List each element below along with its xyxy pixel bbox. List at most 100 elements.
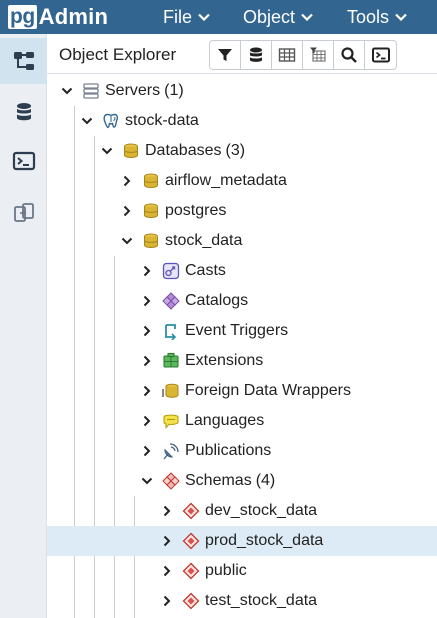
tree-node-db-postgres[interactable]: postgres: [47, 196, 437, 226]
chevron-down-icon: [198, 13, 210, 21]
node-label: airflow_metadata: [165, 172, 287, 189]
tree-node-foreign-data-wrappers[interactable]: Foreign Data Wrappers: [47, 376, 437, 406]
tree-node-catalogs[interactable]: Catalogs: [47, 286, 437, 316]
terminal-icon: [12, 151, 35, 171]
node-label: Event Triggers: [185, 322, 289, 339]
expand-toggle[interactable]: [140, 324, 154, 338]
tree-icon: [13, 52, 34, 70]
expand-toggle[interactable]: [120, 204, 134, 218]
expand-toggle[interactable]: [140, 354, 154, 368]
filtered-rows-button[interactable]: [303, 41, 334, 69]
tool-sidebar: [0, 34, 47, 618]
expand-toggle[interactable]: [140, 264, 154, 278]
expand-toggle[interactable]: [60, 84, 74, 98]
expand-toggle[interactable]: [140, 444, 154, 458]
schema-icon: [182, 562, 200, 580]
node-label: Servers: [105, 82, 161, 99]
search-icon: [341, 47, 357, 63]
chevron-right-icon: [143, 295, 151, 307]
schemas-icon: [162, 472, 180, 490]
node-label: Casts: [185, 262, 226, 279]
database-icon: [142, 202, 160, 220]
object-menu-label: Object: [243, 6, 296, 27]
chevron-right-icon: [143, 265, 151, 277]
expand-toggle[interactable]: [160, 534, 174, 548]
casts-icon: [162, 262, 180, 280]
tree-node-casts[interactable]: Casts: [47, 256, 437, 286]
expand-toggle[interactable]: [140, 294, 154, 308]
tree-node-schema-test-stock-data[interactable]: test_stock_data: [47, 586, 437, 616]
chevron-down-icon: [141, 477, 153, 485]
filter-button[interactable]: [210, 41, 241, 69]
database-icon: [142, 172, 160, 190]
tree-node-server-stock-data[interactable]: stock-data: [47, 106, 437, 136]
languages-icon: [162, 412, 180, 430]
tree-node-publications[interactable]: Publications: [47, 436, 437, 466]
query-tool-button[interactable]: [0, 90, 47, 136]
expand-toggle[interactable]: [160, 594, 174, 608]
chevron-down-icon: [121, 237, 133, 245]
tree-node-languages[interactable]: Languages: [47, 406, 437, 436]
pgadmin-logo[interactable]: pg Admin: [8, 4, 108, 30]
tree-node-schema-public[interactable]: public: [47, 556, 437, 586]
node-count: (4): [255, 472, 276, 489]
node-label: stock-data: [125, 112, 199, 129]
tree-node-schema-dev-stock-data[interactable]: dev_stock_data: [47, 496, 437, 526]
expand-toggle[interactable]: [80, 114, 94, 128]
psql-tool-button[interactable]: [0, 138, 47, 184]
schema-icon: [182, 502, 200, 520]
expand-toggle[interactable]: [140, 414, 154, 428]
chevron-right-icon: [123, 205, 131, 217]
postgres-elephant-icon: [102, 112, 120, 130]
tree-node-schemas[interactable]: Schemas (4): [47, 466, 437, 496]
logo-suffix: Admin: [38, 4, 109, 29]
search-objects-button[interactable]: [334, 41, 365, 69]
file-menu-label: File: [163, 6, 193, 27]
expand-toggle[interactable]: [140, 474, 154, 488]
tools-menu[interactable]: Tools: [347, 0, 407, 34]
object-explorer-button[interactable]: [0, 38, 47, 84]
node-label: test_stock_data: [205, 592, 318, 609]
tree-node-databases[interactable]: Databases (3): [47, 136, 437, 166]
node-label: postgres: [165, 202, 227, 219]
filter-icon: [218, 49, 232, 61]
chevron-down-icon: [301, 13, 313, 21]
expand-toggle[interactable]: [140, 384, 154, 398]
node-label: stock_data: [165, 232, 243, 249]
schema-diff-button[interactable]: [0, 190, 47, 236]
query-tool-toolbar-button[interactable]: [241, 41, 272, 69]
chevron-down-icon: [395, 13, 407, 21]
servers-icon: [82, 82, 100, 100]
view-data-button[interactable]: [272, 41, 303, 69]
table-icon: [278, 48, 296, 62]
tree-node-db-airflow-metadata[interactable]: airflow_metadata: [47, 166, 437, 196]
expand-toggle[interactable]: [160, 564, 174, 578]
object-menu[interactable]: Object: [243, 0, 313, 34]
file-menu[interactable]: File: [163, 0, 210, 34]
expand-toggle[interactable]: [100, 144, 114, 158]
panel-header: Object Explorer: [47, 34, 437, 74]
database-stack-icon: [250, 47, 262, 62]
node-label: Schemas: [185, 472, 252, 489]
catalogs-icon: [162, 292, 180, 310]
top-navbar: pg Admin File Object Tools: [0, 0, 437, 34]
node-label: public: [205, 562, 247, 579]
expand-toggle[interactable]: [120, 174, 134, 188]
schema-icon: [182, 532, 200, 550]
database-icon: [16, 103, 31, 121]
node-count: (3): [225, 142, 246, 159]
node-label: Extensions: [185, 352, 264, 369]
tree-node-servers[interactable]: Servers (1): [47, 76, 437, 106]
chevron-right-icon: [143, 355, 151, 367]
chevron-right-icon: [163, 535, 171, 547]
psql-toolbar-button[interactable]: [365, 41, 396, 69]
expand-toggle[interactable]: [160, 504, 174, 518]
tree-node-event-triggers[interactable]: Event Triggers: [47, 316, 437, 346]
tree-node-extensions[interactable]: Extensions: [47, 346, 437, 376]
object-explorer-panel: Object Explorer Servers (1) stock-data D…: [47, 34, 437, 618]
tree-node-db-stock-data[interactable]: stock_data: [47, 226, 437, 256]
tree-node-schema-prod-stock-data[interactable]: prod_stock_data: [47, 526, 437, 556]
foreign-data-wrapper-icon: [162, 382, 180, 400]
expand-toggle[interactable]: [120, 234, 134, 248]
database-icon: [142, 232, 160, 250]
